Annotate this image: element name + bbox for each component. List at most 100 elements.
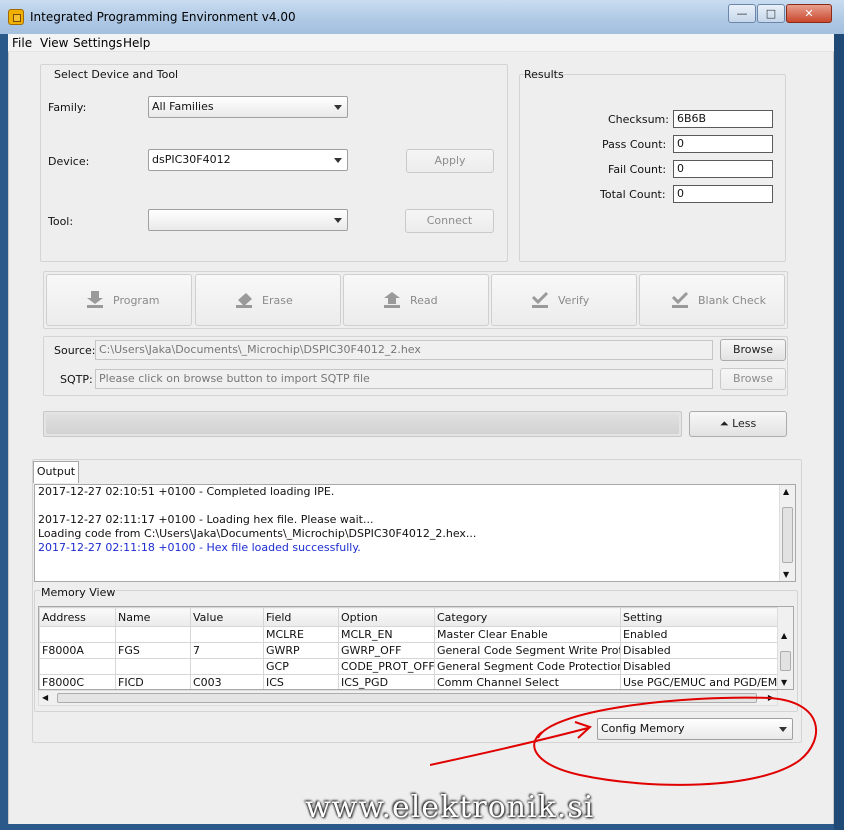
pass-count-field: 0 (673, 135, 773, 153)
menu-bar: File View Settings Help (8, 34, 834, 52)
total-count-field: 0 (673, 185, 773, 203)
table-cell: Comm Channel Select (434, 674, 621, 689)
scroll-thumb[interactable] (780, 651, 791, 671)
scroll-up-icon[interactable]: ▲ (783, 487, 789, 496)
fail-count-label: Fail Count: (608, 163, 667, 176)
table-cell: C003 (190, 674, 264, 689)
scroll-down-icon[interactable]: ▼ (783, 570, 789, 579)
sqtp-browse-button[interactable]: Browse (720, 368, 786, 390)
table-cell (190, 658, 264, 675)
menu-help[interactable]: Help (123, 36, 150, 50)
scroll-thumb[interactable] (782, 507, 793, 563)
table-cell[interactable]: MCLR_EN (338, 626, 435, 643)
table-cell: F8000A (39, 642, 116, 659)
progress-bar (43, 411, 682, 437)
chevron-down-icon (334, 218, 342, 223)
chevron-down-icon (334, 105, 342, 110)
device-group-title: Select Device and Tool (54, 68, 179, 81)
close-button[interactable]: ✕ (786, 4, 832, 23)
source-browse-button[interactable]: Browse (720, 339, 786, 361)
column-header[interactable]: Setting (620, 607, 780, 627)
sqtp-path-field[interactable]: Please click on browse button to import … (95, 369, 713, 389)
log-line: Loading code from C:\Users\Jaka\Document… (38, 527, 477, 540)
connect-button[interactable]: Connect (405, 209, 494, 233)
table-cell (39, 658, 116, 675)
program-icon (87, 291, 103, 308)
output-log[interactable]: 2017-12-27 02:10:51 +0100 - Completed lo… (34, 484, 796, 582)
table-cell[interactable]: GWRP_OFF (338, 642, 435, 659)
checksum-field: 6B6B (673, 110, 773, 128)
column-header[interactable]: Category (434, 607, 621, 627)
log-line: 2017-12-27 02:11:17 +0100 - Loading hex … (38, 513, 374, 526)
memory-view-title: Memory View (40, 586, 117, 599)
blank-check-icon (671, 291, 689, 308)
total-count-label: Total Count: (600, 188, 666, 201)
menu-settings[interactable]: Settings (73, 36, 122, 50)
column-header[interactable]: Value (190, 607, 264, 627)
column-header[interactable]: Name (115, 607, 191, 627)
checksum-label: Checksum: (608, 113, 669, 126)
verify-button[interactable]: Verify (491, 274, 637, 326)
memory-view-select[interactable]: Config Memory (597, 718, 793, 740)
table-cell: General Segment Code Protection (434, 658, 621, 675)
table-row[interactable]: GCP CODE_PROT_OFF General Segment Code P… (39, 658, 780, 675)
read-button[interactable]: Read (343, 274, 489, 326)
memory-view-select-value: Config Memory (601, 722, 685, 735)
scroll-right-icon[interactable]: ▶ (768, 693, 774, 702)
maximize-button[interactable]: □ (757, 4, 785, 23)
erase-label: Erase (262, 294, 293, 307)
memory-table-scrollbar[interactable]: ▲ ▼ (777, 607, 793, 689)
table-row[interactable]: MCLRE MCLR_EN Master Clear Enable Enable… (39, 626, 780, 643)
tool-select[interactable] (148, 209, 348, 231)
progress-track (46, 414, 679, 434)
less-button[interactable]: ⏶ Less (689, 411, 787, 437)
table-cell: FICD (115, 674, 191, 689)
family-value: All Families (152, 100, 214, 113)
table-cell (39, 626, 116, 643)
less-label: Less (732, 417, 757, 430)
family-select[interactable]: All Families (148, 96, 348, 118)
sqtp-label: SQTP: (60, 373, 93, 386)
hscroll-thumb[interactable] (57, 693, 757, 703)
table-cell: General Code Segment Write Protect (434, 642, 621, 659)
table-cell: GCP (263, 658, 339, 675)
memory-table[interactable]: Address Name Value Field Option Category… (38, 606, 794, 690)
source-path-field[interactable]: C:\Users\Jaka\Documents\_Microchip\DSPIC… (95, 340, 713, 360)
table-cell: FGS (115, 642, 191, 659)
column-header[interactable]: Option (338, 607, 435, 627)
erase-button[interactable]: Erase (195, 274, 341, 326)
table-cell[interactable]: ICS_PGD (338, 674, 435, 689)
program-button[interactable]: Program (46, 274, 192, 326)
table-row[interactable]: F8000C FICD C003 ICS ICS_PGD Comm Channe… (39, 674, 780, 689)
window-title: Integrated Programming Environment v4.00 (30, 10, 296, 24)
watermark: www.elektronik.si (305, 790, 595, 825)
menu-view[interactable]: View (40, 36, 68, 50)
table-cell: Master Clear Enable (434, 626, 621, 643)
scroll-up-icon[interactable]: ▲ (781, 631, 787, 640)
app-icon (8, 9, 24, 25)
table-cell[interactable]: CODE_PROT_OFF (338, 658, 435, 675)
scroll-down-icon[interactable]: ▼ (781, 678, 787, 687)
table-header-row: Address Name Value Field Option Category… (39, 607, 780, 627)
minimize-button[interactable]: — (728, 4, 756, 23)
menu-file[interactable]: File (12, 36, 32, 50)
output-scrollbar[interactable]: ▲ ▼ (779, 485, 795, 581)
chevron-down-icon (779, 727, 787, 732)
device-select[interactable]: dsPIC30F4012 (148, 149, 348, 171)
table-row[interactable]: F8000A FGS 7 GWRP GWRP_OFF General Code … (39, 642, 780, 659)
column-header[interactable]: Address (39, 607, 116, 627)
scroll-left-icon[interactable]: ◀ (42, 693, 48, 702)
title-bar[interactable]: Integrated Programming Environment v4.00… (0, 0, 844, 34)
program-label: Program (113, 294, 160, 307)
column-header[interactable]: Field (263, 607, 339, 627)
memory-table-hscrollbar[interactable]: ◀ ▶ (38, 690, 778, 706)
blank-check-label: Blank Check (698, 294, 767, 307)
tab-output[interactable]: Output (33, 461, 79, 483)
chevron-down-icon (334, 158, 342, 163)
tool-label: Tool: (48, 215, 74, 228)
table-cell (190, 626, 264, 643)
apply-button[interactable]: Apply (406, 149, 494, 173)
device-label: Device: (48, 155, 90, 168)
log-line-success: 2017-12-27 02:11:18 +0100 - Hex file loa… (38, 541, 361, 554)
blank-check-button[interactable]: Blank Check (639, 274, 785, 326)
